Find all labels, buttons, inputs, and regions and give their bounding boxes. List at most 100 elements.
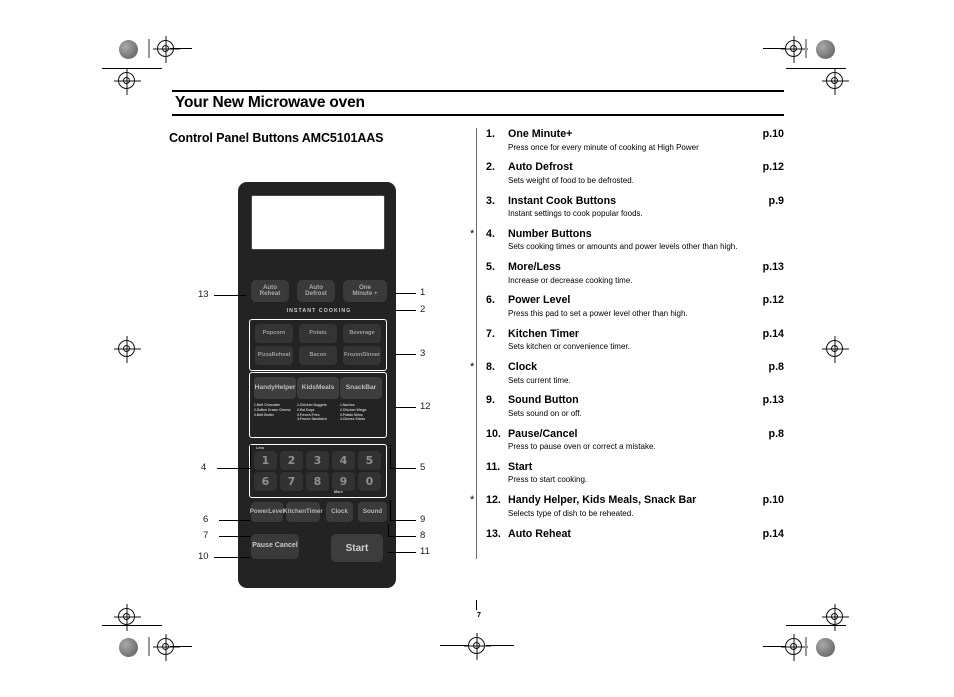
callout-number: 11 — [420, 546, 430, 557]
number-button-7[interactable]: 7 — [280, 472, 303, 491]
list-item-description: Sets current time. — [508, 375, 571, 385]
column-divider — [476, 128, 477, 559]
function-button-sound[interactable]: Sound — [358, 502, 387, 522]
helper-button-kids[interactable]: KidsMeals — [297, 377, 339, 399]
list-item-number: 7. — [486, 327, 495, 340]
list-item: 1. One Minute+ p.10 Press once for every mi… — [486, 128, 784, 152]
list-item: 9. Sound Button p.13 Sets sound on or off. — [486, 394, 784, 418]
function-button-clock[interactable]: Clock — [326, 502, 353, 522]
instant-cook-button-frozen[interactable]: FrozenDinner — [343, 346, 381, 365]
callout-number: 5 — [420, 462, 426, 473]
hh-line2: Bar — [365, 383, 377, 391]
callout-leader-line — [219, 536, 250, 537]
list-item-page-ref: p.13 — [762, 394, 784, 407]
title-rule-bottom — [172, 114, 784, 116]
list-item-number: 13. — [486, 527, 501, 540]
number-button-8[interactable]: 8 — [306, 472, 329, 491]
auto-reheat-button[interactable]: Auto Reheat — [251, 280, 289, 302]
number-button-9[interactable]: 9 — [332, 472, 355, 491]
callout-number: 2 — [420, 304, 426, 315]
instant-cook-button-potato[interactable]: Potato — [299, 324, 337, 343]
footnote-asterisk: * — [470, 494, 475, 507]
more-label: More — [334, 490, 343, 494]
list-item-header: 6. Power Level p.12 — [486, 294, 784, 306]
list-item-number: 8. — [486, 361, 495, 374]
ic-line1: Pizza — [257, 352, 272, 359]
callout-leader-line — [219, 520, 250, 521]
list-item: 11. Start Press to start cooking. — [486, 461, 784, 485]
list-item-number: 9. — [486, 394, 495, 407]
helper-button-snack[interactable]: SnackBar — [340, 377, 382, 399]
fn-line1: Kitchen — [283, 507, 306, 515]
instant-cook-button-popcorn[interactable]: Popcorn — [255, 324, 293, 343]
list-item: * 8. Clock p.8 Sets current time. — [470, 361, 784, 385]
pause-line2: Cancel — [274, 542, 298, 550]
list-item-description: Press once for every minute of cooking a… — [508, 142, 699, 152]
helper-menu-item: 4.Frozen Sandwich — [297, 417, 327, 422]
list-item-page-ref: p.13 — [762, 261, 784, 274]
number-button-6[interactable]: 6 — [254, 472, 277, 491]
callout-number: 3 — [420, 348, 426, 359]
number-button-4[interactable]: 4 — [332, 451, 355, 470]
fn-line1: Power — [249, 507, 269, 515]
pause-cancel-button[interactable]: Pause Cancel — [251, 534, 299, 559]
registration-target-top-right — [785, 40, 802, 57]
list-item-description: Sets cooking times or amounts and power … — [508, 242, 738, 252]
function-button-kitchen[interactable]: KitchenTimer — [283, 502, 323, 522]
fn-line2: Level — [268, 507, 285, 515]
callout-number: 4 — [201, 462, 207, 473]
list-item-label: Pause/Cancel — [508, 427, 578, 440]
list-item-page-ref: p.9 — [768, 194, 784, 207]
number-button-5[interactable]: 5 — [358, 451, 381, 470]
list-item-number: 3. — [486, 194, 495, 207]
number-button-3[interactable]: 3 — [306, 451, 329, 470]
callout-leader-vertical — [390, 500, 391, 521]
number-button-2[interactable]: 2 — [280, 451, 303, 470]
title-rule-top — [172, 90, 784, 92]
less-label: Less — [256, 446, 265, 450]
separator-bar-bottom-right — [805, 637, 807, 656]
footnote-asterisk: * — [470, 227, 475, 240]
registration-target-upper-left-corner — [118, 72, 135, 89]
separator-bar-bottom-left — [148, 637, 150, 656]
crop-tick-top-left — [170, 48, 192, 49]
list-item-description: Press this pad to set a power level othe… — [508, 308, 688, 318]
section-title: Control Panel Buttons AMC5101AAS — [169, 131, 384, 145]
list-item-label: More/Less — [508, 261, 561, 274]
number-button-0[interactable]: 0 — [358, 472, 381, 491]
list-item-page-ref: p.12 — [762, 161, 784, 174]
color-dot-bottom-right — [816, 638, 835, 657]
list-item-number: 10. — [486, 427, 501, 440]
function-button-power[interactable]: PowerLevel — [249, 502, 285, 522]
list-item-page-ref: p.12 — [762, 294, 784, 307]
callout-number: 8 — [420, 530, 426, 541]
number-button-1[interactable]: 1 — [254, 451, 277, 470]
list-item-description: Increase or decrease cooking time. — [508, 275, 633, 285]
callout-leader-line — [217, 468, 250, 469]
registration-target-mid-right — [826, 340, 843, 357]
instant-cook-button-bacon[interactable]: Bacon — [299, 346, 337, 365]
auto-reheat-line2: Reheat — [259, 290, 281, 297]
list-item-number: 4. — [486, 227, 495, 240]
start-button[interactable]: Start — [331, 534, 383, 562]
crop-tick-bottom-center-left — [440, 645, 468, 646]
crop-tick-bottom-left — [170, 646, 192, 647]
list-item-header: 3. Instant Cook Buttons p.9 — [486, 195, 784, 207]
list-item-label: Auto Defrost — [508, 161, 573, 174]
list-item-header: 2. Auto Defrost p.12 — [486, 161, 784, 173]
list-item-label: Power Level — [508, 294, 571, 307]
helper-button-handy[interactable]: HandyHelper — [254, 377, 296, 399]
ic-line1: Potato — [309, 330, 327, 337]
instant-cook-button-beverage[interactable]: Beverage — [343, 324, 381, 343]
hh-line2: Meals — [315, 383, 335, 391]
hh-line1: Handy — [254, 383, 275, 391]
one-minute-plus-button[interactable]: One Minute + — [343, 280, 387, 302]
list-item: 6. Power Level p.12 Press this pad to set a… — [486, 294, 784, 318]
auto-defrost-button[interactable]: Auto Defrost — [297, 280, 335, 302]
instant-cook-button-pizza[interactable]: PizzaReheat — [255, 346, 293, 365]
hh-line1: Snack — [345, 383, 366, 391]
ic-line2: Reheat — [271, 352, 291, 359]
list-item-label: Sound Button — [508, 394, 579, 407]
instant-cook-group: Popcorn Potato Beverage PizzaReheat Bacon Fro… — [249, 319, 387, 371]
callout-leader-line — [388, 536, 416, 537]
